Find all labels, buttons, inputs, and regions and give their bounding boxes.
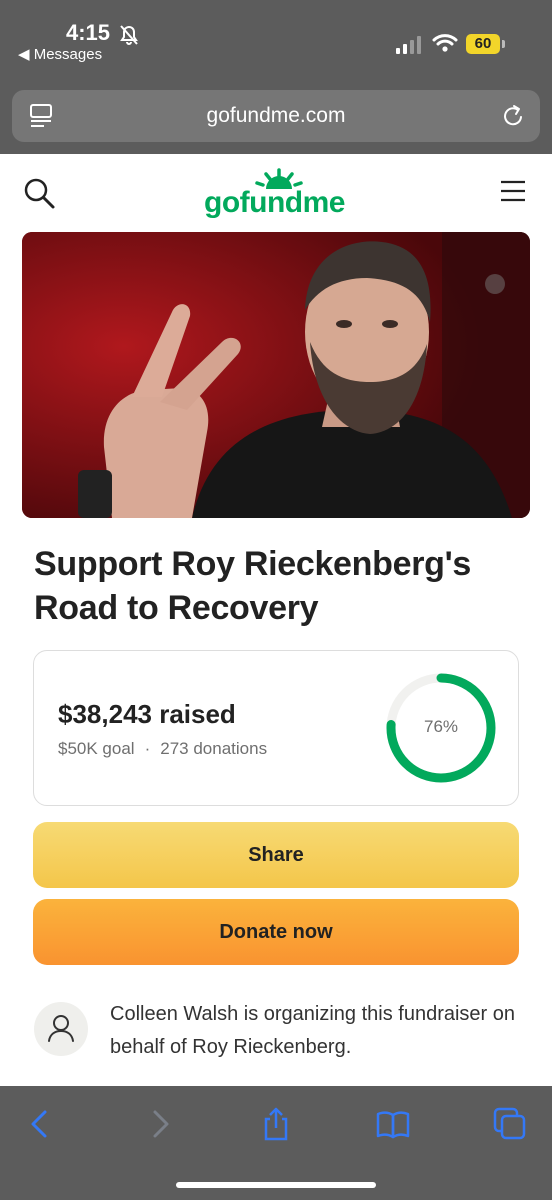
status-bar: 4:15 ◀ Messages 60 <box>0 0 552 80</box>
forward-chevron-icon[interactable] <box>142 1106 178 1142</box>
address-bar[interactable]: gofundme.com <box>12 90 540 142</box>
page-content: gofundme Support Roy Rieckenberg's Road … <box>0 154 552 1086</box>
battery-tip <box>502 40 505 48</box>
bookmarks-icon[interactable] <box>375 1106 411 1142</box>
goal-amount: $50K goal <box>58 739 135 758</box>
logo-wordmark: gofundme <box>204 186 345 219</box>
url-text[interactable]: gofundme.com <box>12 104 540 128</box>
home-indicator[interactable] <box>176 1182 376 1188</box>
hero-portrait-illustration <box>22 232 530 518</box>
organizer-info: Colleen Walsh is organizing this fundrai… <box>34 978 522 1068</box>
progress-percent: 76% <box>423 717 459 736</box>
browser-toolbar <box>0 1086 552 1200</box>
tabs-icon[interactable] <box>492 1106 528 1142</box>
silent-bell-icon <box>120 25 138 45</box>
status-time: 4:15 <box>66 20 111 45</box>
campaign-title: Support Roy Rieckenberg's Road to Recove… <box>34 545 472 627</box>
gofundme-logo[interactable]: gofundme <box>200 166 352 222</box>
browser-address-area: gofundme.com <box>0 80 552 154</box>
donation-count[interactable]: 273 donations <box>160 739 267 758</box>
back-to-messages-link[interactable]: ◀ Messages <box>18 45 102 63</box>
back-chevron-icon[interactable] <box>22 1106 58 1142</box>
campaign-hero-photo <box>22 232 530 518</box>
search-icon[interactable] <box>22 176 56 210</box>
share-sheet-icon[interactable] <box>258 1106 294 1142</box>
donate-now-button[interactable]: Donate now <box>33 899 519 965</box>
organizer-avatar <box>34 1002 88 1056</box>
goal-and-donations: $50K goal · 273 donations <box>58 739 267 759</box>
battery-level: 60 <box>466 34 500 54</box>
share-button[interactable]: Share <box>33 822 519 888</box>
amount-raised: $38,243 raised <box>58 699 236 729</box>
hamburger-menu-icon[interactable] <box>500 180 526 202</box>
cellular-signal-icon <box>396 36 421 54</box>
separator-dot: · <box>144 739 151 758</box>
organizer-text: Colleen Walsh is organizing this fundrai… <box>110 1003 516 1058</box>
progress-ring: 76% <box>384 671 498 785</box>
wifi-icon <box>432 34 458 52</box>
progress-card: $38,243 raised $50K goal · 273 donations 7… <box>33 650 519 806</box>
user-icon <box>48 1015 74 1042</box>
reload-icon[interactable] <box>500 102 526 130</box>
